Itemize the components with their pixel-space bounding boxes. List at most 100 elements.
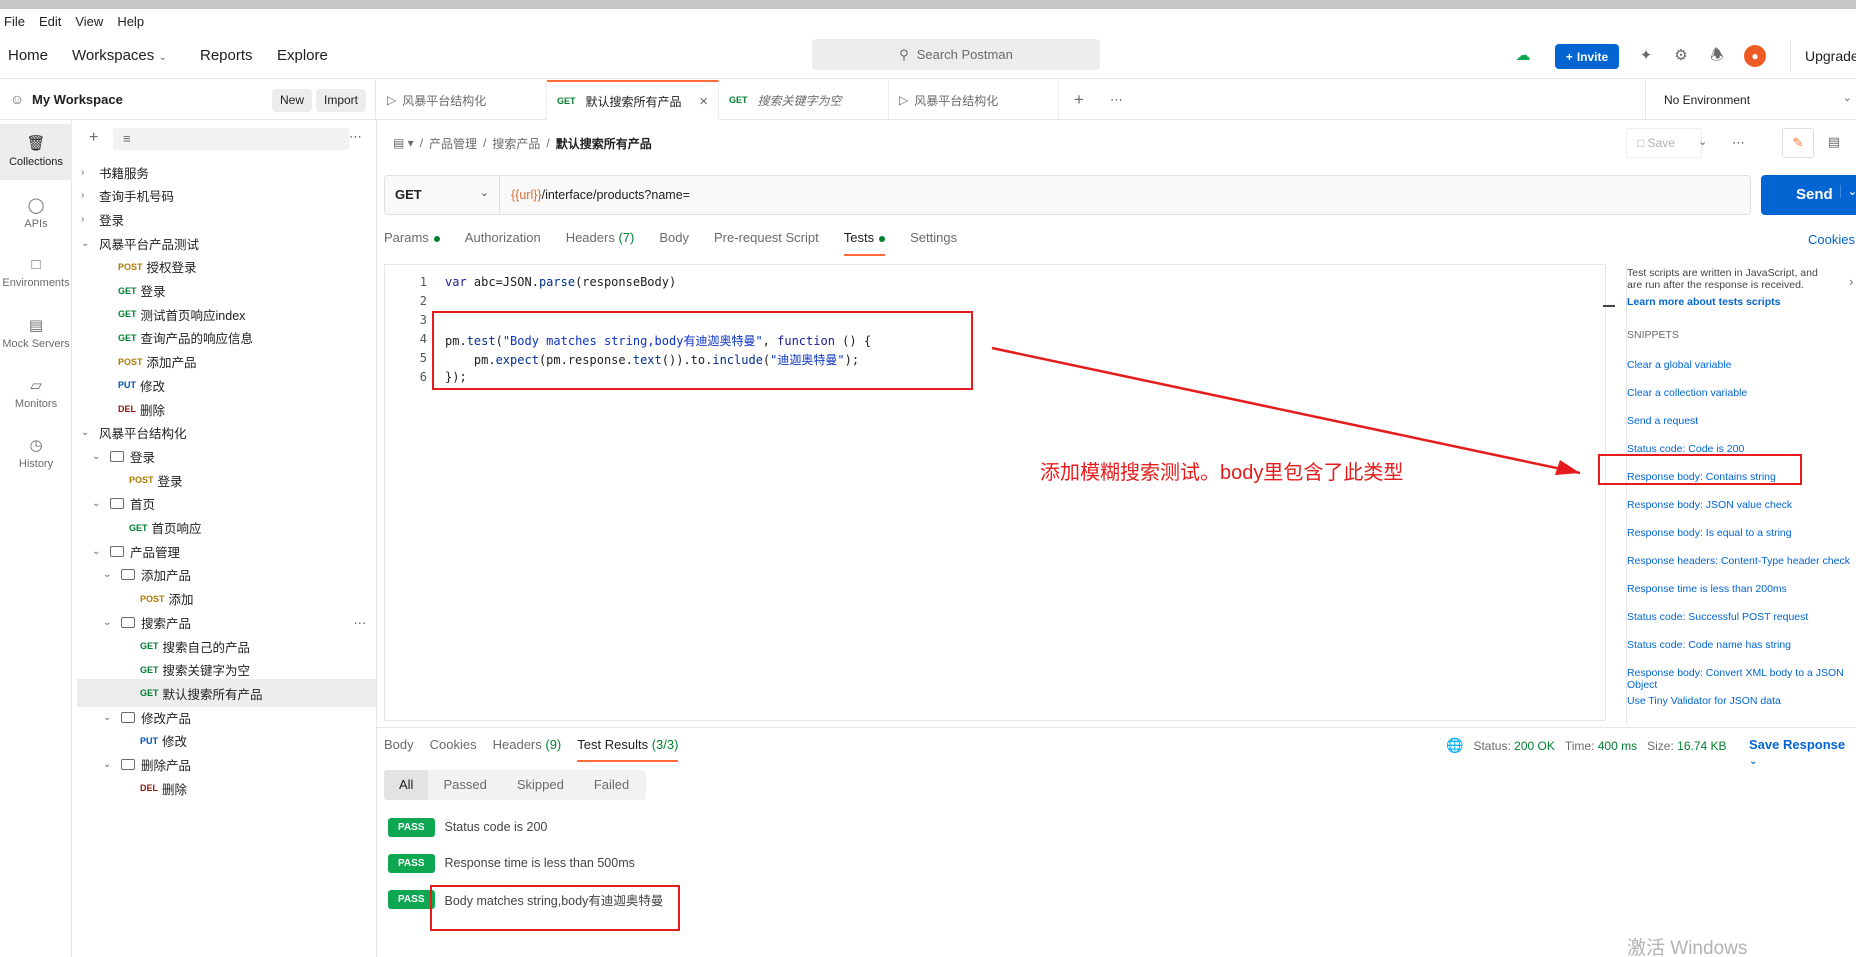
tab-runner-2[interactable]: ▷ 风暴平台结构化 bbox=[889, 80, 1059, 120]
chevron-down-icon[interactable]: ⌄ bbox=[1839, 185, 1856, 198]
nav-explore[interactable]: Explore bbox=[277, 47, 328, 64]
avatar[interactable]: ● bbox=[1744, 45, 1766, 67]
close-icon[interactable]: × bbox=[699, 93, 708, 110]
snippet-link[interactable]: Send a request bbox=[1627, 415, 1856, 427]
more-tabs-icon[interactable]: ⋯ bbox=[1110, 92, 1123, 108]
add-icon[interactable]: + bbox=[89, 129, 98, 147]
rail-mock-servers[interactable]: ▤ Mock Servers bbox=[0, 308, 72, 364]
nav-workspaces[interactable]: Workspaces ⌄ bbox=[72, 47, 167, 64]
rail-collections[interactable]: 🗑 Collections bbox=[0, 124, 72, 180]
chevron-right-icon[interactable]: › bbox=[81, 190, 93, 201]
chevron-down-icon[interactable]: ⌄ bbox=[92, 498, 104, 509]
invite-button[interactable]: + Invite bbox=[1555, 44, 1619, 69]
snippet-link[interactable]: Response body: Convert XML body to a JSO… bbox=[1627, 667, 1856, 691]
rail-environments[interactable]: □ Environments bbox=[0, 248, 72, 304]
nav-reports[interactable]: Reports bbox=[200, 47, 253, 64]
resp-tab-test-results[interactable]: Test Results (3/3) bbox=[577, 737, 679, 762]
chevron-right-icon[interactable]: › bbox=[81, 214, 93, 225]
resp-tab-headers[interactable]: Headers (9) bbox=[493, 737, 562, 762]
menu-edit[interactable]: Edit bbox=[39, 14, 61, 29]
annotation-text: 添加模糊搜索测试。body里包含了此类型 bbox=[1040, 462, 1404, 484]
snippet-link[interactable]: Response time is less than 200ms bbox=[1627, 583, 1856, 595]
filter-failed[interactable]: Failed bbox=[579, 770, 644, 800]
tab-pre-request-script[interactable]: Pre-request Script bbox=[714, 230, 819, 256]
tab-default-search[interactable]: GET 默认搜索所有产品 × bbox=[547, 80, 719, 120]
resp-tab-body[interactable]: Body bbox=[384, 737, 414, 762]
filter-all[interactable]: All bbox=[384, 770, 429, 800]
more-icon[interactable]: ⋯ bbox=[349, 129, 362, 145]
chevron-right-icon[interactable]: › bbox=[1849, 274, 1853, 289]
comments-icon[interactable]: ▤ bbox=[1818, 128, 1850, 158]
tab-authorization[interactable]: Authorization bbox=[465, 230, 541, 256]
method-select[interactable]: GET ⌄ bbox=[385, 176, 500, 214]
search-input[interactable]: ⚲ Search Postman bbox=[812, 39, 1100, 70]
url-input[interactable]: {{url}}/interface/products?name= bbox=[511, 188, 690, 202]
method-badge: GET bbox=[129, 522, 148, 533]
snippet-link[interactable]: Status code: Successful POST request bbox=[1627, 611, 1856, 623]
tree-label: 搜索产品 bbox=[141, 616, 192, 631]
filter-skipped[interactable]: Skipped bbox=[502, 770, 579, 800]
more-icon[interactable]: ⋯ bbox=[1732, 135, 1745, 151]
menu-help[interactable]: Help bbox=[117, 14, 144, 29]
import-button[interactable]: Import bbox=[316, 89, 367, 112]
snippet-link[interactable]: Clear a collection variable bbox=[1627, 387, 1856, 399]
tab-params[interactable]: Params bbox=[384, 230, 440, 256]
chevron-down-icon[interactable]: ⌄ bbox=[103, 759, 115, 770]
tab-label: Test Results bbox=[577, 737, 649, 752]
workspace-name[interactable]: My Workspace bbox=[32, 92, 123, 107]
bell-icon[interactable]: 🕭 bbox=[1708, 47, 1726, 65]
environment-select[interactable]: No Environment ⌄ bbox=[1645, 80, 1856, 120]
request-type-icon[interactable]: ▤ ▾ bbox=[393, 136, 414, 150]
snippet-link[interactable]: Use Tiny Validator for JSON data bbox=[1627, 695, 1856, 707]
filter-input[interactable]: ≡ bbox=[113, 128, 349, 150]
satellite-icon[interactable]: ✦ bbox=[1637, 47, 1655, 65]
chevron-down-icon[interactable]: ⌄ bbox=[81, 238, 93, 249]
menu-file[interactable]: File bbox=[4, 14, 25, 29]
upgrade-button[interactable]: Upgrade bbox=[1790, 41, 1856, 71]
save-response-button[interactable]: Save Response ⌄ bbox=[1749, 737, 1856, 767]
rail-history[interactable]: ◷ History bbox=[0, 428, 72, 484]
tab-body[interactable]: Body bbox=[659, 230, 689, 256]
chevron-down-icon[interactable]: ⌄ bbox=[103, 617, 115, 628]
filter-passed[interactable]: Passed bbox=[428, 770, 501, 800]
chevron-down-icon[interactable]: ⌄ bbox=[81, 427, 93, 438]
globe-icon[interactable]: 🌐 bbox=[1446, 737, 1463, 754]
tab-empty-keyword[interactable]: GET 搜索关键字为空 bbox=[719, 80, 889, 120]
chevron-down-icon[interactable]: ⌄ bbox=[92, 451, 104, 462]
tab-count: (3/3) bbox=[651, 737, 679, 752]
chevron-down-icon[interactable]: ⌄ bbox=[103, 569, 115, 580]
new-tab-icon[interactable]: + bbox=[1074, 90, 1084, 110]
tab-headers[interactable]: Headers (7) bbox=[566, 230, 635, 256]
tree-request[interactable]: DEL 删除 bbox=[77, 774, 376, 802]
new-button[interactable]: New bbox=[272, 89, 313, 112]
rail-apis[interactable]: ◯ APIs bbox=[0, 188, 72, 244]
resp-tab-cookies[interactable]: Cookies bbox=[430, 737, 477, 762]
tab-settings[interactable]: Settings bbox=[910, 230, 957, 256]
send-button[interactable]: Send ⌄ bbox=[1761, 175, 1856, 215]
tree-label: 风暴平台产品测试 bbox=[99, 237, 200, 252]
menu-view[interactable]: View bbox=[75, 14, 103, 29]
rail-monitors[interactable]: ▱ Monitors bbox=[0, 368, 72, 424]
cookies-link[interactable]: Cookies bbox=[1808, 232, 1855, 247]
save-button[interactable]: □ Save bbox=[1626, 128, 1702, 158]
edit-icon[interactable]: ✎ bbox=[1782, 128, 1814, 158]
snippet-link[interactable]: Clear a global variable bbox=[1627, 359, 1856, 371]
nav-home[interactable]: Home bbox=[8, 47, 48, 64]
more-icon[interactable]: ⋯ bbox=[354, 615, 367, 630]
breadcrumb-item[interactable]: 产品管理 bbox=[429, 135, 477, 152]
snippet-link[interactable]: Response body: Is equal to a string bbox=[1627, 527, 1856, 539]
sync-icon[interactable]: ☁ bbox=[1514, 47, 1532, 65]
tab-tests[interactable]: Tests bbox=[843, 230, 886, 256]
snippet-link[interactable]: Status code: Code name has string bbox=[1627, 639, 1856, 651]
tab-runner-1[interactable]: ▷ 风暴平台结构化 bbox=[377, 80, 547, 120]
method-badge: GET bbox=[140, 641, 159, 651]
learn-more-link[interactable]: Learn more about tests scripts bbox=[1627, 296, 1780, 308]
chevron-down-icon[interactable]: ⌄ bbox=[103, 712, 115, 723]
snippet-link[interactable]: Response headers: Content-Type header ch… bbox=[1627, 555, 1856, 567]
chevron-down-icon[interactable]: ⌄ bbox=[1698, 135, 1707, 148]
chevron-down-icon[interactable]: ⌄ bbox=[92, 546, 104, 557]
chevron-right-icon[interactable]: › bbox=[81, 167, 93, 178]
gear-icon[interactable]: ⚙ bbox=[1672, 47, 1690, 65]
snippet-link[interactable]: Response body: JSON value check bbox=[1627, 499, 1856, 511]
breadcrumb-item[interactable]: 搜索产品 bbox=[492, 135, 540, 152]
